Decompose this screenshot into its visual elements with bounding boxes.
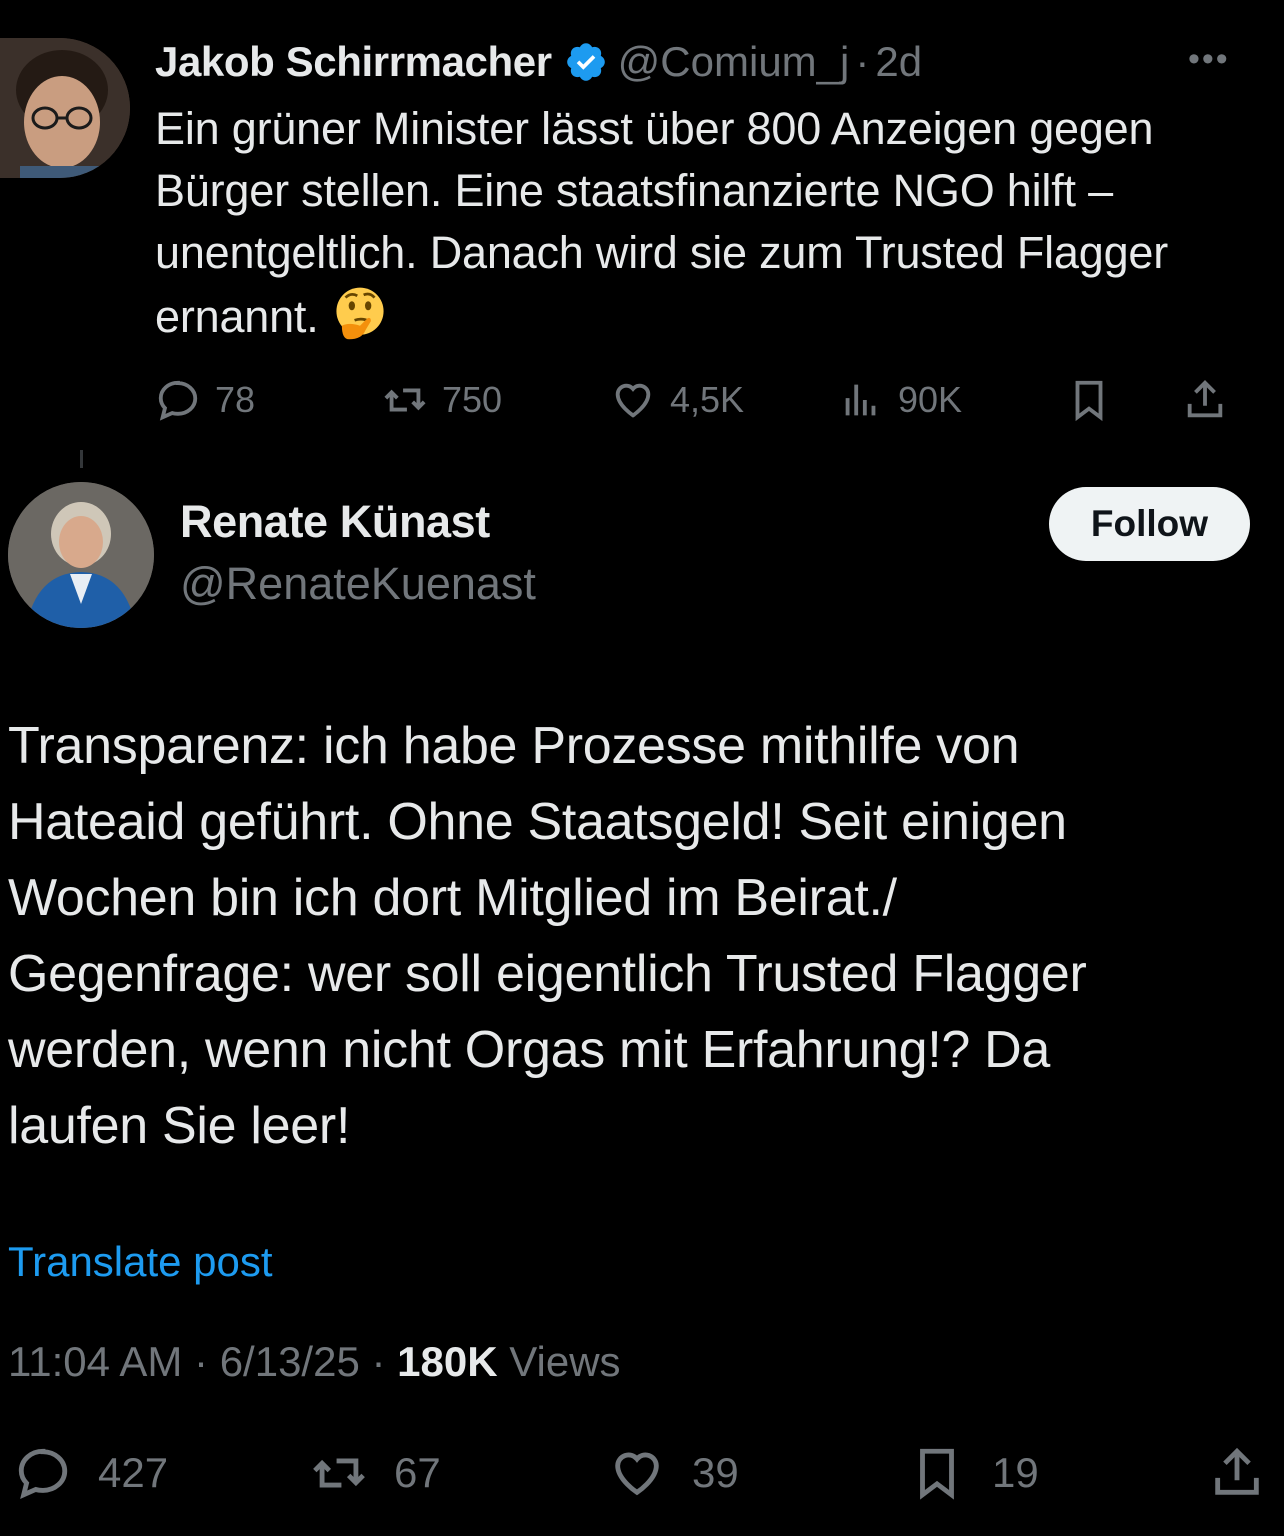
more-options-icon[interactable]: ••• bbox=[1188, 40, 1230, 79]
views-label: Views bbox=[509, 1338, 621, 1385]
post-time[interactable]: 11:04 AM bbox=[8, 1338, 182, 1385]
like-count: 39 bbox=[692, 1449, 739, 1496]
avatar-portrait-icon bbox=[8, 482, 154, 628]
parent-tweet-actions: 78 750 4,5K 90K bbox=[0, 370, 1284, 430]
follow-button[interactable]: Follow bbox=[1049, 487, 1250, 561]
dot-separator: · bbox=[371, 1338, 386, 1385]
thinking-face-emoji-icon bbox=[335, 287, 384, 340]
post-metadata: 11:04 AM · 6/13/25 · 180K Views bbox=[8, 1338, 621, 1386]
bookmark-button[interactable] bbox=[1066, 370, 1126, 430]
reply-count: 78 bbox=[215, 379, 256, 420]
verified-badge-icon[interactable] bbox=[564, 40, 608, 84]
post-date[interactable]: 6/13/25 bbox=[220, 1338, 360, 1385]
repost-count: 67 bbox=[394, 1449, 441, 1496]
avatar-renate[interactable] bbox=[8, 482, 154, 628]
repost-button[interactable]: 750 bbox=[382, 370, 502, 430]
author-handle[interactable]: @Comium_j bbox=[618, 38, 850, 86]
parent-tweet-text: Ein grüner Minister lässt über 800 Anzei… bbox=[155, 98, 1255, 348]
avatar-portrait-icon bbox=[0, 38, 130, 178]
views-button[interactable]: 90K bbox=[838, 370, 962, 430]
thread-connector-line bbox=[80, 450, 83, 468]
repost-icon bbox=[313, 1458, 365, 1488]
main-tweet-text: Transparenz: ich habe Prozesse mithilfe … bbox=[8, 717, 1087, 1155]
bookmark-button[interactable]: 19 bbox=[908, 1438, 1039, 1508]
reply-button[interactable]: 427 bbox=[14, 1438, 168, 1508]
bookmark-icon bbox=[920, 1448, 954, 1500]
parent-tweet-header: Jakob Schirrmacher @Comium_j · 2d bbox=[155, 34, 922, 90]
reply-count: 427 bbox=[98, 1449, 169, 1496]
analytics-icon bbox=[845, 384, 876, 416]
repost-icon bbox=[384, 388, 426, 412]
like-count: 4,5K bbox=[670, 379, 745, 420]
tweet-body: Ein grüner Minister lässt über 800 Anzei… bbox=[155, 103, 1169, 342]
repost-button[interactable]: 67 bbox=[310, 1438, 441, 1508]
like-button[interactable]: 39 bbox=[608, 1438, 739, 1508]
bookmark-icon bbox=[1075, 380, 1103, 422]
reply-icon bbox=[158, 380, 198, 421]
share-button[interactable] bbox=[1208, 1438, 1284, 1508]
repost-count: 750 bbox=[442, 379, 503, 420]
translate-post-link[interactable]: Translate post bbox=[8, 1238, 273, 1286]
share-icon bbox=[1187, 380, 1223, 418]
reply-button[interactable]: 78 bbox=[155, 370, 255, 430]
heart-icon bbox=[615, 1452, 659, 1496]
share-button[interactable] bbox=[1182, 370, 1242, 430]
bookmark-count: 19 bbox=[992, 1449, 1039, 1496]
author-name[interactable]: Renate Künast bbox=[180, 496, 490, 548]
main-tweet-actions: 427 67 39 19 bbox=[0, 1438, 1284, 1508]
reply-icon bbox=[18, 1448, 68, 1499]
author-handle[interactable]: @RenateKuenast bbox=[180, 558, 536, 610]
post-time-ago[interactable]: 2d bbox=[875, 38, 922, 86]
dot-separator: · bbox=[194, 1338, 209, 1385]
views-count: 180K bbox=[397, 1338, 498, 1385]
heart-icon bbox=[615, 383, 651, 418]
views-count: 90K bbox=[898, 379, 963, 420]
avatar-jakob[interactable] bbox=[0, 38, 130, 178]
author-name[interactable]: Jakob Schirrmacher bbox=[155, 38, 552, 86]
dot-separator: · bbox=[855, 38, 870, 85]
like-button[interactable]: 4,5K bbox=[610, 370, 744, 430]
parent-tweet[interactable]: Jakob Schirrmacher @Comium_j · 2d ••• Ei… bbox=[0, 0, 1284, 450]
share-icon bbox=[1215, 1447, 1259, 1495]
